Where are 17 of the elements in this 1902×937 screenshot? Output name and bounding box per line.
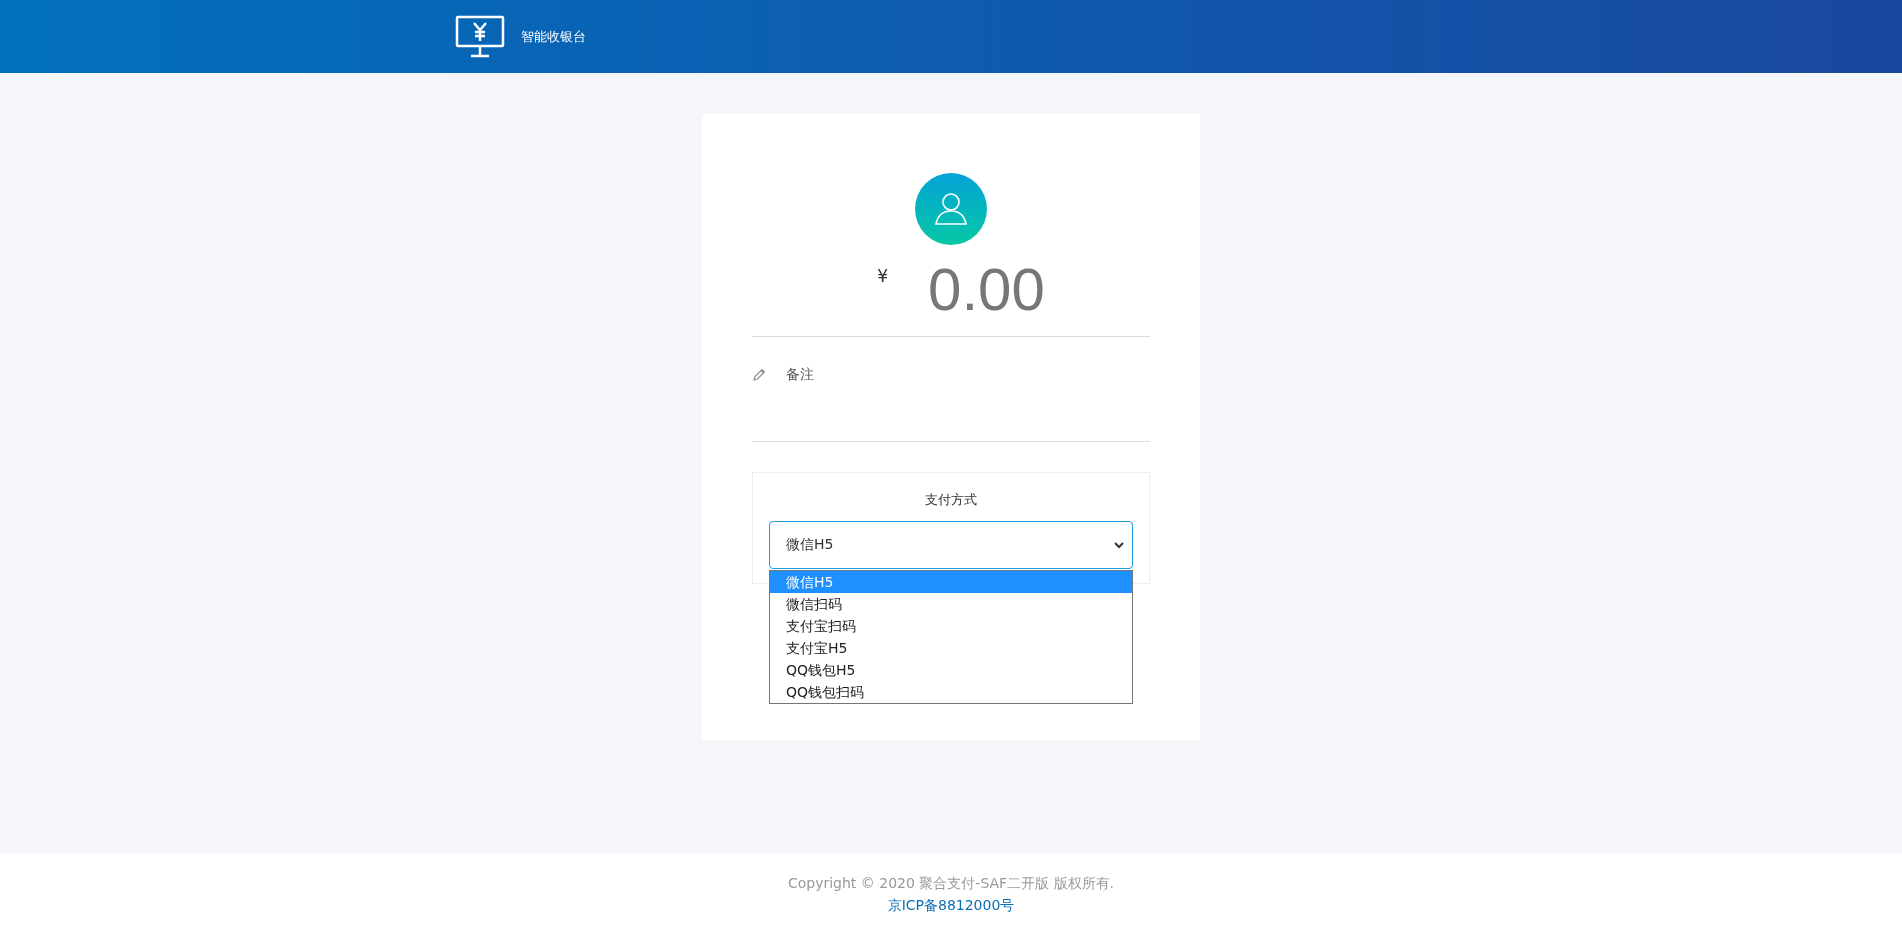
currency-symbol: ¥ [877,266,888,286]
amount-value: 0.00 [928,258,1045,322]
dropdown-option[interactable]: 微信扫码 [770,593,1132,615]
pencil-icon [752,368,766,382]
icp-link[interactable]: 京ICP备8812000号 [887,897,1015,915]
dropdown-option[interactable]: QQ钱包扫码 [770,681,1132,703]
monitor-yen-icon [455,14,505,59]
dropdown-option[interactable]: 支付宝扫码 [770,615,1132,637]
payment-label: 支付方式 [925,491,977,509]
chevron-down-icon [1114,541,1124,549]
payment-select[interactable]: 微信H5 [769,521,1133,569]
dropdown-option[interactable]: 支付宝H5 [770,637,1132,659]
header-title: 智能收银台 [521,27,586,46]
user-avatar-icon [914,172,988,246]
remark-label[interactable]: 备注 [786,366,814,384]
copyright-text: Copyright © 2020 聚合支付-SAF二开版 版权所有. [787,875,1115,893]
dropdown-option[interactable]: QQ钱包H5 [770,659,1132,681]
